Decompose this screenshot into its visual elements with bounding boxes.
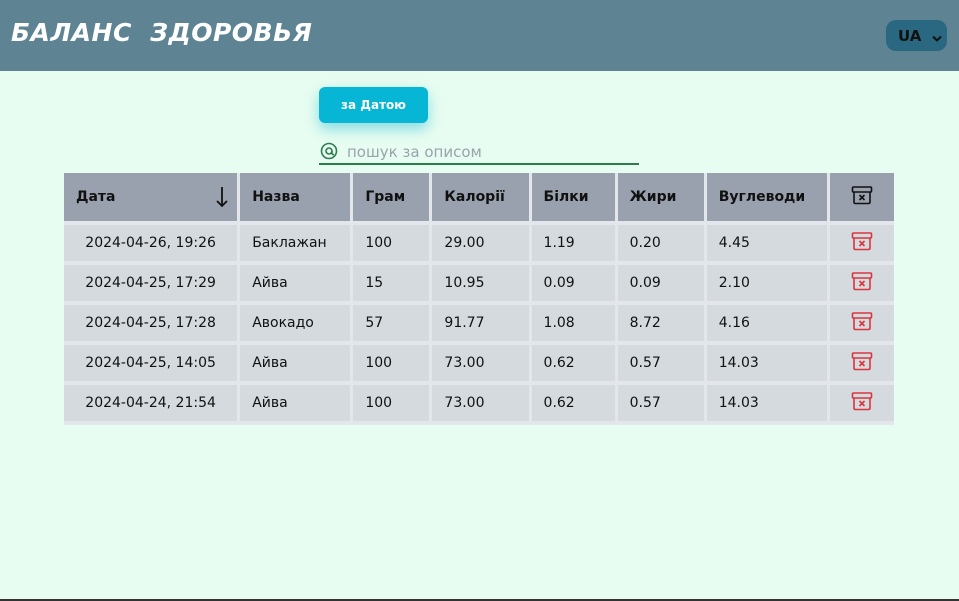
delete-cell [829,265,894,301]
column-header-protein: Білки [531,173,615,221]
table-row: 2024-04-24, 21:54 Айва 100 73.00 0.62 0.57 14.… [64,385,894,421]
cell-grams: 100 [353,385,430,421]
table-row: 2024-04-25, 17:29 Айва 15 10.95 0.09 0.09 2.10 [64,265,894,301]
cell-grams: 100 [353,225,430,261]
cell-calories: 91.77 [432,305,529,341]
food-log-table: Дата Назва Грам Калорії Білки Жири Вугле… [64,173,894,425]
cell-name: Айва [240,265,351,301]
cell-fat: 8.72 [617,305,704,341]
arrow-down-icon[interactable] [215,185,229,215]
delete-all-column [829,173,894,221]
cell-name: Айва [240,345,351,381]
archive-x-icon[interactable] [851,271,873,291]
column-header-label: Дата [76,189,116,205]
cell-carbs: 4.45 [706,225,827,261]
cell-fat: 0.57 [617,345,704,381]
archive-x-icon[interactable] [851,351,873,371]
at-sign-icon [320,142,338,164]
delete-cell [829,225,894,261]
cell-grams: 15 [353,265,430,301]
cell-calories: 73.00 [432,345,529,381]
cell-carbs: 4.16 [706,305,827,341]
cell-date: 2024-04-26, 19:26 [64,225,238,261]
column-header-name: Назва [240,173,351,221]
archive-x-icon[interactable] [851,391,873,411]
search-input[interactable] [345,141,639,163]
cell-protein: 0.62 [531,385,615,421]
cell-fat: 0.57 [617,385,704,421]
cell-carbs: 14.03 [706,385,827,421]
cell-protein: 1.19 [531,225,615,261]
app-header: БАЛАНС ЗДОРОВЬЯ UA [0,0,959,71]
column-header-calories: Калорії [432,173,529,221]
app-logo: БАЛАНС ЗДОРОВЬЯ [11,18,313,47]
search-bar [319,140,639,165]
column-header-date[interactable]: Дата [64,173,238,221]
chevron-down-icon [932,29,942,47]
cell-grams: 100 [353,345,430,381]
cell-carbs: 2.10 [706,265,827,301]
table-row: 2024-04-25, 17:28 Авокадо 57 91.77 1.08 8.72 4… [64,305,894,341]
column-header-carbs: Вуглеводи [706,173,827,221]
cell-protein: 1.08 [531,305,615,341]
cell-calories: 10.95 [432,265,529,301]
cell-protein: 0.62 [531,345,615,381]
table-row: 2024-04-26, 19:26 Баклажан 100 29.00 1.19 0.2… [64,225,894,261]
cell-name: Баклажан [240,225,351,261]
cell-name: Айва [240,385,351,421]
cell-date: 2024-04-25, 14:05 [64,345,238,381]
cell-date: 2024-04-25, 17:29 [64,265,238,301]
cell-name: Авокадо [240,305,351,341]
cell-grams: 57 [353,305,430,341]
language-select[interactable]: UA [886,20,947,51]
language-value: UA [898,27,922,45]
cell-fat: 0.20 [617,225,704,261]
table-header-row: Дата Назва Грам Калорії Білки Жири Вугле… [64,173,894,221]
archive-x-icon[interactable] [851,185,873,205]
cell-carbs: 14.03 [706,345,827,381]
cell-date: 2024-04-24, 21:54 [64,385,238,421]
archive-x-icon[interactable] [851,231,873,251]
table-row: 2024-04-25, 14:05 Айва 100 73.00 0.62 0.57 14.… [64,345,894,381]
delete-cell [829,385,894,421]
delete-cell [829,305,894,341]
cell-calories: 73.00 [432,385,529,421]
cell-protein: 0.09 [531,265,615,301]
cell-calories: 29.00 [432,225,529,261]
cell-date: 2024-04-25, 17:28 [64,305,238,341]
cell-fat: 0.09 [617,265,704,301]
column-header-fat: Жири [617,173,704,221]
sort-by-date-button[interactable]: за Датою [319,87,428,123]
delete-cell [829,345,894,381]
column-header-grams: Грам [353,173,430,221]
archive-x-icon[interactable] [851,311,873,331]
